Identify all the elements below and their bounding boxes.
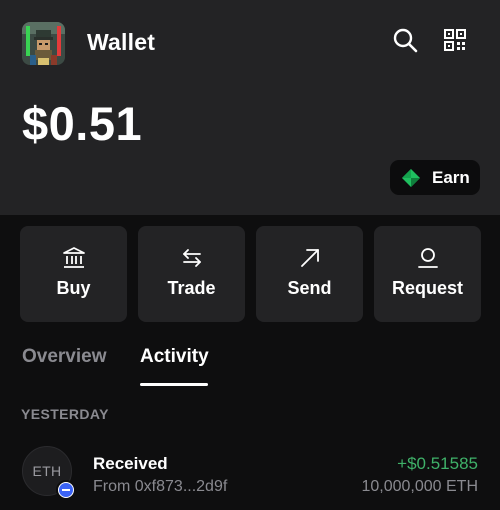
diamond-icon: [402, 168, 420, 187]
tab-activity[interactable]: Activity: [140, 346, 209, 368]
buy-button[interactable]: Buy: [20, 226, 127, 322]
tab-bar: Overview Activity: [22, 346, 482, 386]
earn-button[interactable]: Earn: [390, 160, 480, 195]
active-tab-indicator: [140, 383, 208, 386]
token-symbol: ETH: [32, 463, 62, 479]
request-label: Request: [391, 278, 463, 298]
quick-actions: Buy Trade Send Request: [20, 226, 481, 322]
pixel-art-avatar-icon: [22, 22, 65, 65]
tab-overview[interactable]: Overview: [22, 346, 107, 368]
wallet-screen: Wallet $0.51 Earn Buy Trade Send Request…: [0, 0, 500, 510]
date-section-label: YESTERDAY: [21, 406, 109, 422]
header-panel: Wallet $0.51 Earn: [0, 0, 500, 215]
qr-scan-button[interactable]: [439, 24, 471, 56]
earn-label: Earn: [432, 167, 470, 187]
person-icon: [417, 248, 438, 268]
arrow-up-right-icon: [300, 249, 319, 267]
page-title: Wallet: [87, 29, 156, 55]
request-button[interactable]: Request: [374, 226, 481, 322]
transaction-source: From 0xf873...2d9f: [93, 478, 228, 495]
qr-code-icon: [444, 29, 466, 51]
transaction-token-amount: 10,000,000 ETH: [361, 478, 478, 495]
send-button[interactable]: Send: [256, 226, 363, 322]
trade-button[interactable]: Trade: [138, 226, 245, 322]
network-badge-icon: [56, 480, 76, 500]
total-balance: $0.51: [22, 97, 143, 150]
trade-label: Trade: [167, 278, 216, 298]
swap-arrows-icon: [182, 249, 201, 267]
send-label: Send: [287, 278, 332, 298]
buy-label: Buy: [56, 278, 91, 298]
wallet-avatar[interactable]: [22, 22, 65, 65]
transaction-type: Received: [93, 454, 168, 473]
search-button[interactable]: [389, 24, 421, 56]
bank-icon: [62, 247, 85, 268]
search-icon: [393, 28, 418, 53]
transaction-fiat-amount: +$0.51585: [397, 454, 478, 473]
activity-list-item[interactable]: ETH Received From 0xf873...2d9f +$0.5158…: [0, 440, 500, 510]
